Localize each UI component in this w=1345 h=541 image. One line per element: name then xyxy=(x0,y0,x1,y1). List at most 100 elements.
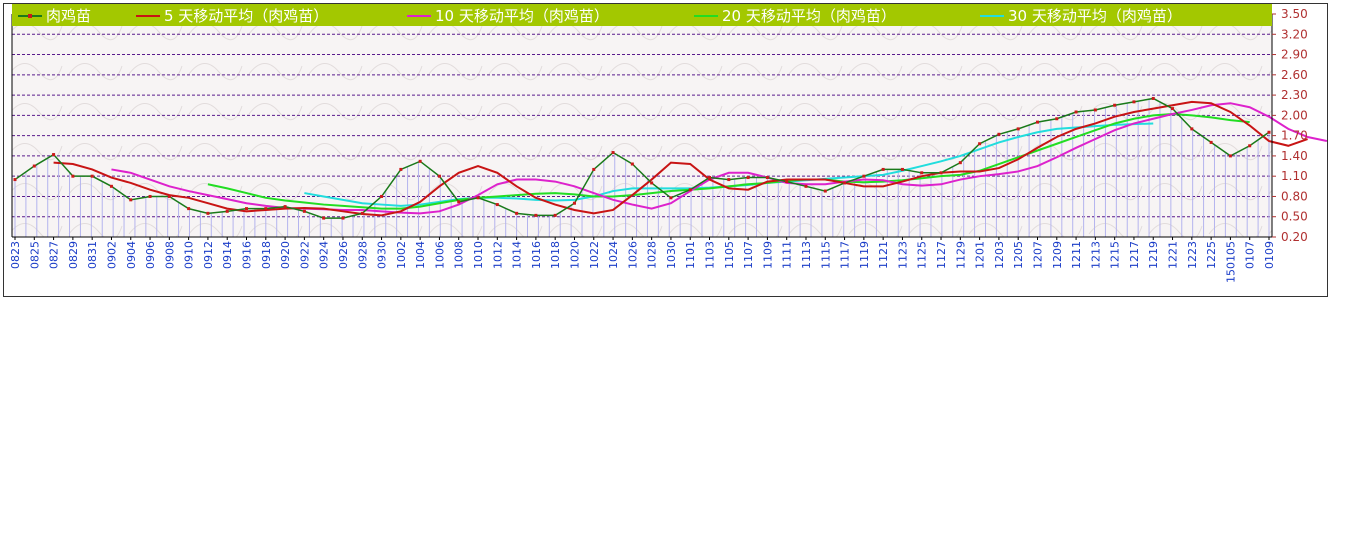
data-point xyxy=(746,176,750,180)
data-point xyxy=(708,176,712,180)
y-tick-label: 3.50 xyxy=(1281,7,1308,21)
x-tick-label: 1105 xyxy=(723,241,736,269)
x-tick-label: 0930 xyxy=(376,241,389,269)
data-point xyxy=(90,174,94,178)
x-tick-label: 0829 xyxy=(67,241,80,269)
data-point xyxy=(1132,100,1136,104)
data-point xyxy=(823,189,827,193)
data-point xyxy=(862,174,866,178)
x-tick-label: 0904 xyxy=(125,241,138,269)
x-tick-label: 1121 xyxy=(877,241,890,269)
x-tick-label: 0906 xyxy=(144,241,157,269)
data-point xyxy=(283,205,287,209)
data-point xyxy=(360,211,364,215)
x-tick-label: 1012 xyxy=(491,241,504,269)
x-tick-label: 1010 xyxy=(472,241,485,269)
data-point xyxy=(52,153,56,157)
data-point xyxy=(553,213,557,217)
y-tick-label: 2.60 xyxy=(1281,68,1308,82)
x-tick-label: 1008 xyxy=(453,241,466,269)
y-tick-label: 0.80 xyxy=(1281,189,1308,203)
x-tick-label: 0107 xyxy=(1244,241,1257,269)
x-tick-label: 0926 xyxy=(337,241,350,269)
data-point xyxy=(920,171,924,175)
data-point xyxy=(457,200,461,204)
data-point xyxy=(302,209,306,213)
legend-label: 10 天移动平均（肉鸡苗） xyxy=(435,7,609,25)
y-tick-label: 0.20 xyxy=(1281,230,1308,244)
x-tick-label: 1205 xyxy=(1012,241,1025,269)
data-point xyxy=(650,181,654,185)
y-tick-label: 1.10 xyxy=(1281,169,1308,183)
x-tick-label: 0918 xyxy=(260,241,273,269)
x-tick-label: 1217 xyxy=(1128,241,1141,269)
x-tick-label: 1113 xyxy=(800,241,813,269)
x-tick-label: 0109 xyxy=(1263,241,1276,269)
x-tick-label: 1211 xyxy=(1070,241,1083,269)
data-point xyxy=(688,188,692,192)
line-chart: 3.50 3.20 2.90 2.60 2.30 2.00 1.70 1.40 1.10 0.80… xyxy=(9,4,1327,283)
legend: 肉鸡苗 5 天移动平均（肉鸡苗） 10 天移动平均（肉鸡苗） 20 天移动平均（肉鸡苗… xyxy=(12,4,1272,26)
y-tick-labels: 3.50 3.20 2.90 2.60 2.30 2.00 1.70 1.40 1.10 0.80… xyxy=(1272,7,1308,244)
x-tick-label: 1004 xyxy=(414,241,427,269)
x-tick-label: 1207 xyxy=(1031,241,1044,269)
data-point xyxy=(167,194,171,198)
x-tick-label: 1024 xyxy=(607,241,620,269)
x-tick-label: 150105 xyxy=(1224,241,1237,283)
data-point xyxy=(1074,110,1078,114)
data-point xyxy=(206,211,210,215)
data-point xyxy=(71,174,75,178)
data-point xyxy=(1093,108,1097,112)
x-tick-label: 1016 xyxy=(530,241,543,269)
y-tick-label: 2.00 xyxy=(1281,108,1308,122)
data-point xyxy=(592,167,596,171)
x-tick-label: 1022 xyxy=(588,241,601,269)
x-tick-label: 0823 xyxy=(9,241,22,269)
x-tick-label: 1028 xyxy=(646,241,659,269)
x-tick-label: 1117 xyxy=(839,241,852,269)
x-tick-label: 1109 xyxy=(761,241,774,269)
x-tick-label: 1014 xyxy=(511,241,524,269)
data-point xyxy=(881,167,885,171)
x-tick-label: 0825 xyxy=(28,241,41,269)
data-point xyxy=(437,174,441,178)
data-point xyxy=(958,161,962,165)
data-point xyxy=(630,162,634,166)
data-point xyxy=(225,209,229,213)
data-point xyxy=(997,132,1001,136)
x-tick-label: 1221 xyxy=(1167,241,1180,269)
y-tick-label: 2.30 xyxy=(1281,88,1308,102)
x-tick-label: 0914 xyxy=(221,241,234,269)
y-tick-label: 0.50 xyxy=(1281,210,1308,224)
plot-background xyxy=(12,14,1272,237)
data-point xyxy=(1113,103,1117,107)
data-point xyxy=(129,198,133,202)
x-tick-label: 0910 xyxy=(183,241,196,269)
data-point xyxy=(32,164,36,168)
x-tick-label: 1018 xyxy=(549,241,562,269)
data-point xyxy=(148,194,152,198)
x-tick-label: 0920 xyxy=(279,241,292,269)
data-point xyxy=(1055,117,1059,121)
x-tick-labels: 0823 0825 0827 0829 0831 0902 0904 0906 0908 0910… xyxy=(9,237,1276,283)
x-tick-label: 1101 xyxy=(684,241,697,269)
data-point xyxy=(727,178,731,182)
data-point xyxy=(611,151,615,155)
data-point xyxy=(1035,120,1039,124)
data-point xyxy=(1171,107,1175,111)
y-tick-label: 1.70 xyxy=(1281,129,1308,143)
x-tick-label: 0924 xyxy=(318,241,331,269)
y-tick-label: 2.90 xyxy=(1281,48,1308,62)
legend-label: 20 天移动平均（肉鸡苗） xyxy=(722,7,896,25)
data-point xyxy=(264,207,268,211)
x-tick-label: 1213 xyxy=(1089,241,1102,269)
x-tick-label: 1111 xyxy=(781,241,794,269)
plot-texture xyxy=(12,14,1272,237)
x-tick-label: 1129 xyxy=(954,241,967,269)
data-point xyxy=(418,159,422,163)
x-tick-label: 1020 xyxy=(568,241,581,269)
data-point xyxy=(515,211,519,215)
data-point xyxy=(399,167,403,171)
data-point xyxy=(1209,140,1213,144)
x-tick-label: 1026 xyxy=(626,241,639,269)
